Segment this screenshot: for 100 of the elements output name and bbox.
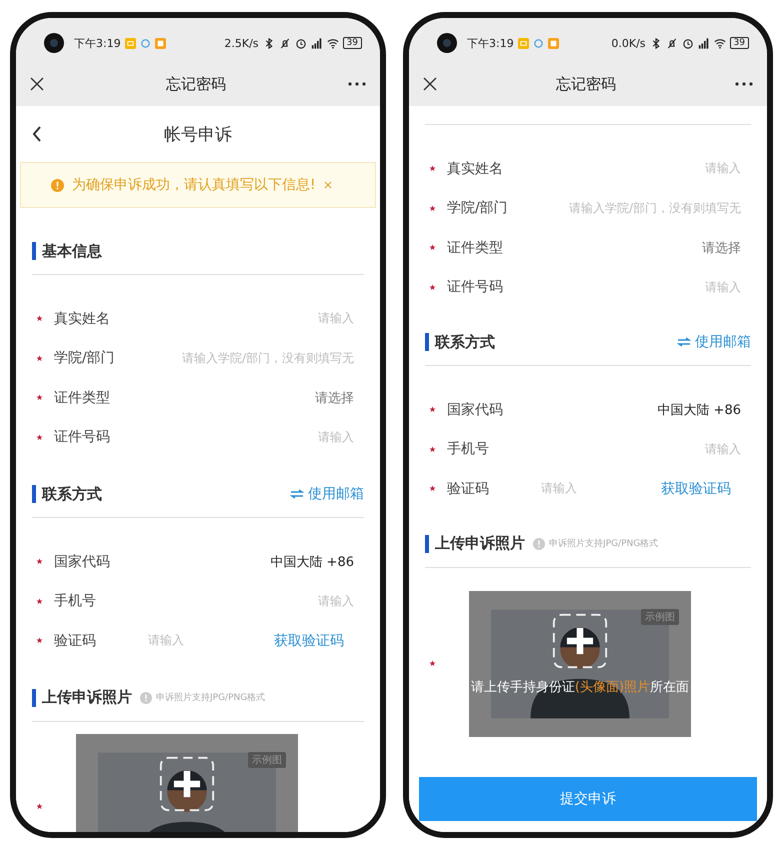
field-label: 学院/部门: [447, 199, 508, 218]
field-label: 证件类型: [447, 238, 503, 257]
section-title: 上传申诉照片: [42, 688, 132, 707]
input-placeholder: 请输入: [705, 440, 741, 458]
field-label: 真实姓名: [447, 160, 503, 178]
section-marker: [32, 688, 36, 706]
field-value: 中国大陆 +86: [657, 402, 741, 419]
form-row[interactable]: 手机号 请输入: [16, 582, 380, 621]
sample-badge: 示例图: [248, 752, 286, 768]
get-code-link[interactable]: 获取验证码: [661, 480, 731, 498]
field-label: 证件号码: [54, 428, 110, 446]
section-title: 联系方式: [435, 332, 495, 352]
close-icon[interactable]: [423, 77, 437, 91]
mute-icon: [666, 38, 678, 48]
input-placeholder: 请输入: [705, 160, 741, 178]
signal-icon: [698, 38, 710, 48]
form-row[interactable]: 验证码 请输入 获取验证码: [16, 621, 380, 660]
section-title: 联系方式: [42, 484, 102, 504]
form-row[interactable]: 国家代码 中国大陆 +86: [16, 542, 380, 582]
form-row[interactable]: 验证码 请输入 获取验证码: [409, 469, 767, 508]
upload-instruction: 请上传手持身份证(头像面)照片所在面: [470, 678, 690, 696]
field-label: 学院/部门: [54, 349, 115, 368]
more-icon[interactable]: [735, 82, 753, 86]
section-marker: [32, 485, 36, 503]
add-photo-icon[interactable]: [552, 612, 608, 668]
info-icon: [140, 692, 152, 704]
section-hint: 申诉照片支持JPG/PNG格式: [549, 538, 658, 550]
camera-hole-icon: [44, 33, 64, 53]
code-input-placeholder: 请输入: [148, 632, 184, 650]
chat-notification-icon: [532, 38, 544, 48]
page-title: 帐号申诉: [163, 124, 233, 146]
alarm-icon: [294, 38, 307, 48]
wifi-icon: [714, 38, 726, 48]
chat-notification-icon: [140, 38, 151, 48]
network-speed: 2.5K/s: [224, 36, 259, 50]
battery-level: 39: [342, 37, 362, 49]
notice-text: 为确保申诉成功，请认真填写以下信息!: [72, 176, 316, 194]
add-photo-icon[interactable]: [159, 756, 215, 812]
field-label: 手机号: [447, 440, 489, 458]
input-placeholder: 请输入学院/部门，没有则填写无: [568, 200, 741, 217]
select-placeholder: 请选择: [315, 390, 354, 407]
mute-icon: [278, 38, 291, 48]
field-label: 真实姓名: [54, 310, 110, 328]
input-placeholder: 请输入学院/部门，没有则填写无: [182, 350, 354, 367]
nav-title: 忘记密码: [165, 74, 227, 94]
swap-arrows-icon: [677, 337, 691, 347]
camera-hole-icon: [437, 33, 457, 53]
note-notification-icon: [154, 38, 166, 48]
field-label: 国家代码: [54, 552, 110, 571]
input-placeholder: 请输入: [705, 278, 741, 296]
field-label: 证件号码: [447, 278, 503, 296]
more-icon[interactable]: [348, 82, 366, 86]
form-row[interactable]: 学院/部门 请输入学院/部门，没有则填写无: [409, 188, 767, 228]
note-notification-icon: [548, 38, 559, 48]
code-input-placeholder: 请输入: [541, 480, 577, 498]
form-row[interactable]: 学院/部门 请输入学院/部门，没有则填写无: [16, 338, 380, 378]
input-placeholder: 请输入: [318, 592, 354, 610]
wifi-icon: [326, 38, 339, 48]
switch-email-link[interactable]: 使用邮箱: [290, 485, 364, 503]
mail-notification-icon: [518, 38, 529, 48]
info-icon: [533, 538, 545, 550]
get-code-link[interactable]: 获取验证码: [274, 632, 344, 650]
section-title: 上传申诉照片: [435, 534, 525, 553]
field-label: 证件类型: [54, 388, 110, 407]
upload-area[interactable]: 示例图 请上传手持身份证(头像面)照片所在面: [469, 590, 691, 736]
battery-level: 39: [730, 37, 749, 49]
section-marker: [425, 534, 429, 552]
nav-title: 忘记密码: [555, 74, 617, 94]
field-label: 国家代码: [447, 400, 503, 419]
form-row[interactable]: 真实姓名 请输入: [409, 149, 767, 188]
form-row[interactable]: 手机号 请输入: [409, 430, 767, 469]
status-time: 下午3:19: [74, 36, 121, 50]
section-marker: [425, 333, 429, 351]
form-row[interactable]: 证件号码 请输入: [409, 268, 767, 307]
form-row[interactable]: 证件号码 请输入: [16, 418, 380, 457]
alarm-icon: [682, 38, 694, 48]
back-icon[interactable]: [32, 126, 42, 142]
warning-icon: [51, 178, 64, 192]
close-icon[interactable]: [30, 77, 44, 91]
field-value: 中国大陆 +86: [270, 554, 354, 571]
field-label: 验证码: [54, 632, 96, 650]
field-label: 手机号: [54, 592, 96, 610]
swap-arrows-icon: [290, 489, 304, 499]
sample-badge: 示例图: [641, 608, 679, 624]
mail-notification-icon: [124, 38, 136, 48]
input-placeholder: 请输入: [318, 310, 354, 328]
section-marker: [32, 242, 36, 260]
section-hint: 申诉照片支持JPG/PNG格式: [156, 692, 266, 704]
status-time: 下午3:19: [467, 36, 514, 50]
switch-email-link[interactable]: 使用邮箱: [677, 333, 751, 351]
form-row[interactable]: 证件类型 请选择: [409, 228, 767, 268]
signal-icon: [310, 38, 323, 48]
section-title: 基本信息: [42, 242, 102, 260]
field-label: 验证码: [447, 480, 489, 498]
form-row[interactable]: 真实姓名 请输入: [16, 299, 380, 338]
form-row[interactable]: 国家代码 中国大陆 +86: [409, 390, 767, 430]
form-row[interactable]: 证件类型 请选择: [16, 378, 380, 418]
network-speed: 0.0K/s: [611, 36, 646, 50]
select-placeholder: 请选择: [702, 240, 741, 257]
input-placeholder: 请输入: [318, 428, 354, 446]
